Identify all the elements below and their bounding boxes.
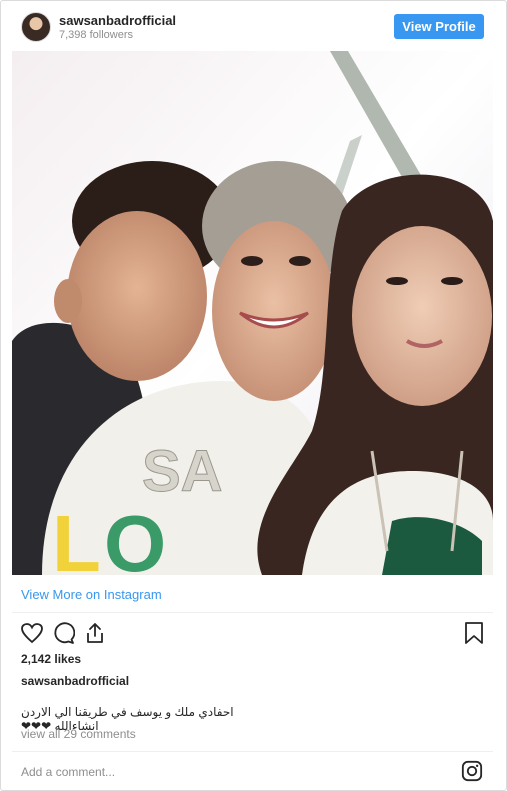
post-photo[interactable]: SA L O (12, 51, 493, 575)
post-header: sawsanbadrofficial 7,398 followers View … (1, 1, 506, 51)
share-icon[interactable] (83, 621, 107, 645)
view-comments-link[interactable]: view all 29 comments (21, 727, 136, 741)
instagram-embed-card: sawsanbadrofficial 7,398 followers View … (0, 0, 507, 791)
add-comment-input[interactable]: Add a comment... (21, 765, 115, 779)
svg-text:O: O (104, 499, 166, 575)
svg-text:L: L (52, 499, 101, 575)
bookmark-icon[interactable] (462, 621, 486, 645)
avatar[interactable] (21, 12, 51, 42)
username[interactable]: sawsanbadrofficial (59, 13, 176, 28)
comment-icon[interactable] (51, 621, 75, 645)
instagram-logo-icon[interactable] (461, 760, 483, 782)
follower-count: 7,398 followers (59, 29, 133, 41)
like-count[interactable]: 2,142 likes (21, 652, 81, 666)
view-profile-button[interactable]: View Profile (394, 14, 484, 39)
view-more-link[interactable]: View More on Instagram (21, 587, 162, 602)
selfie-image: SA L O (12, 51, 493, 575)
heart-icon[interactable] (20, 621, 44, 645)
divider (12, 612, 493, 613)
caption-username[interactable]: sawsanbadrofficial (21, 674, 129, 688)
divider (12, 751, 493, 752)
svg-text:SA: SA (142, 439, 223, 504)
